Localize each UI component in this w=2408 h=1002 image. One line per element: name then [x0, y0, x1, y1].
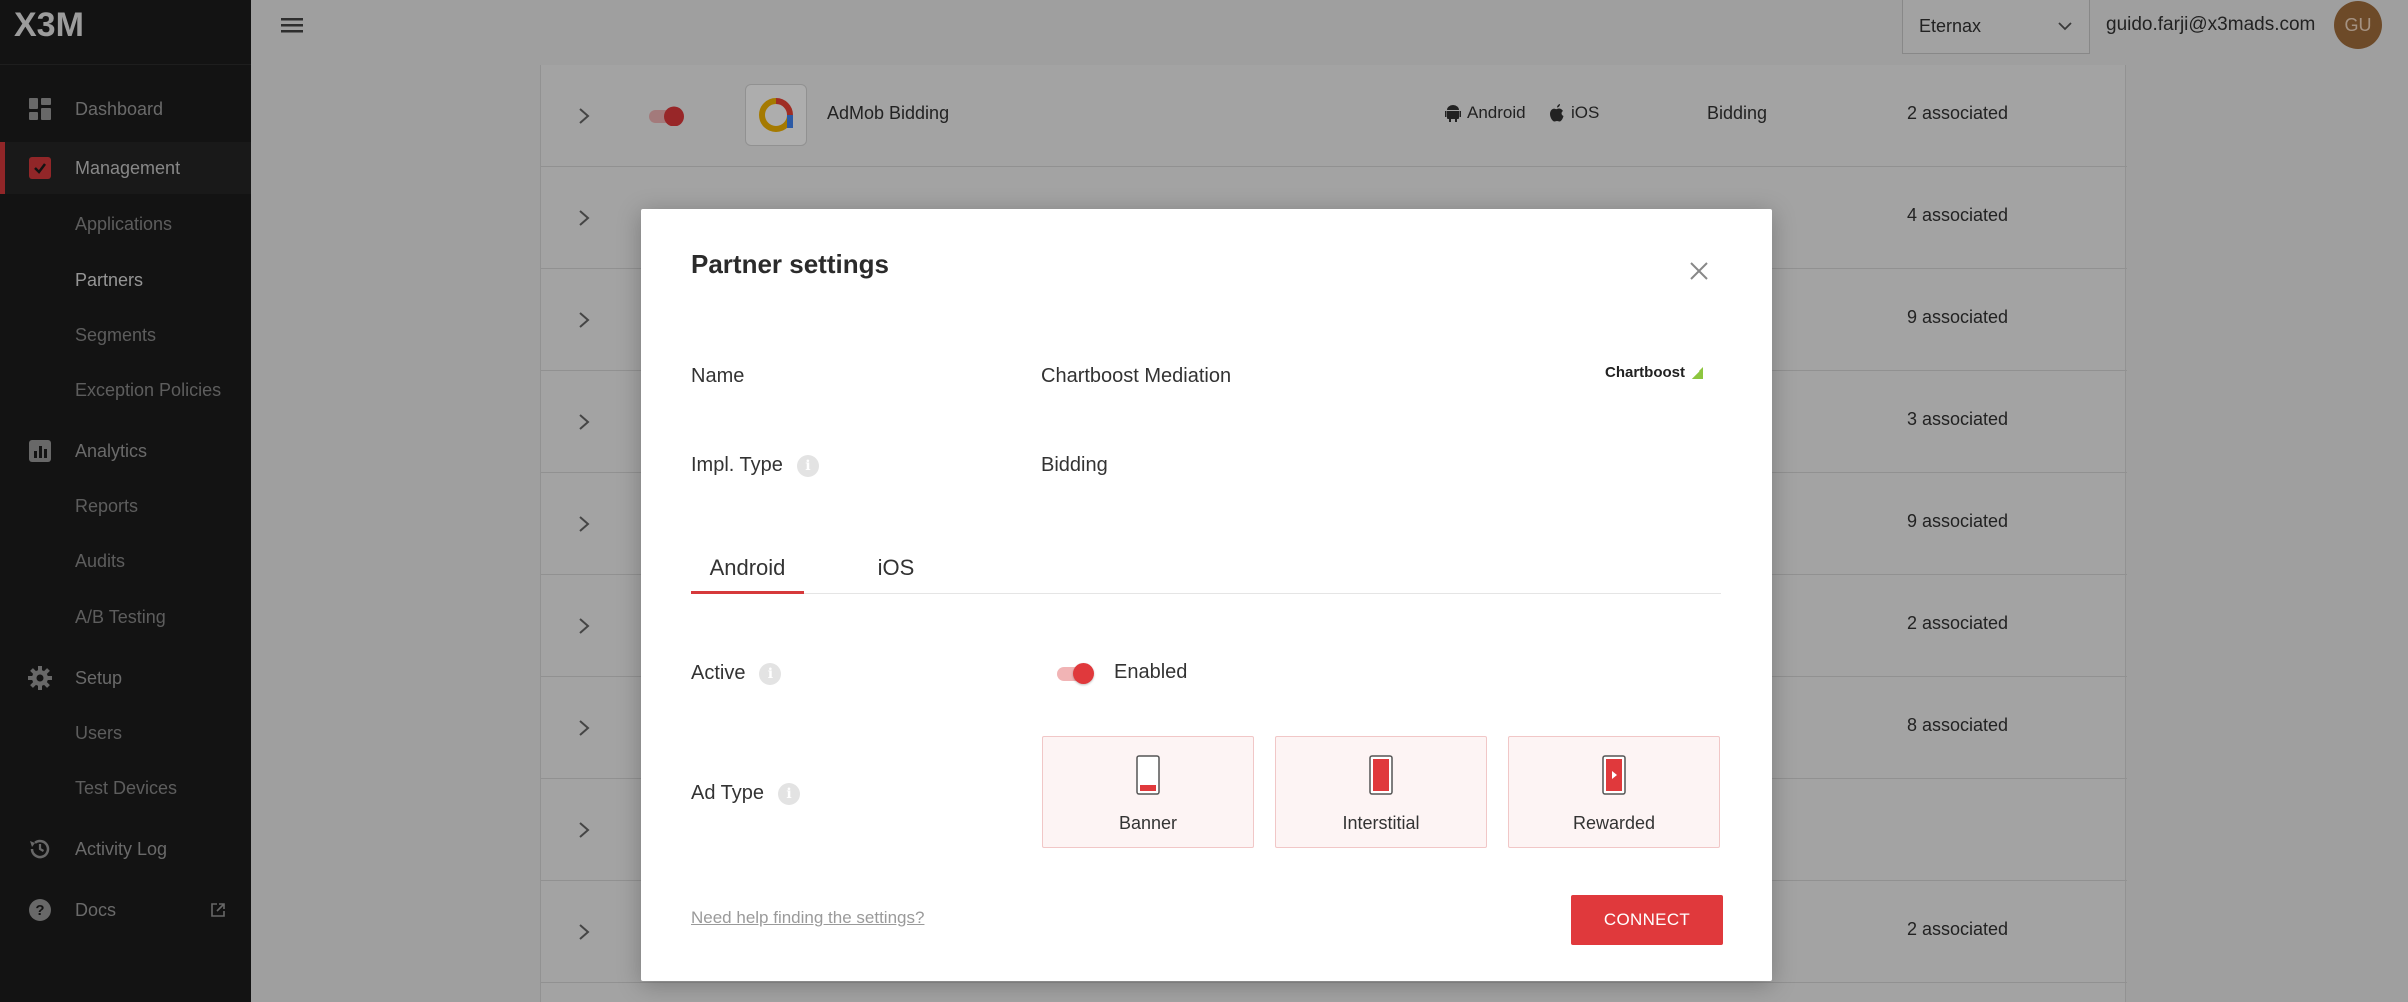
platform-tabs: Android iOS	[691, 549, 1721, 594]
close-icon[interactable]	[1687, 259, 1711, 283]
interstitial-icon	[1369, 755, 1393, 795]
impl-type-value: Bidding	[1041, 454, 1108, 476]
ad-type-interstitial[interactable]: Interstitial	[1275, 736, 1487, 848]
partner-settings-modal: Partner settings Name Chartboost Mediati…	[641, 209, 1772, 981]
name-label-text: Name	[691, 365, 745, 387]
tab-ios[interactable]: iOS	[851, 549, 941, 594]
ad-type-banner-label: Banner	[1118, 813, 1178, 833]
chartboost-logo: Chartboost	[1605, 364, 1705, 381]
ad-type-interstitial-label: Interstitial	[1342, 813, 1420, 833]
rewarded-icon	[1602, 755, 1626, 795]
connect-button[interactable]: CONNECT	[1571, 895, 1723, 945]
info-icon[interactable]: i	[778, 782, 801, 805]
help-settings-link[interactable]: Need help finding the settings?	[691, 908, 924, 928]
info-icon[interactable]: i	[796, 454, 819, 477]
chartboost-logo-text: Chartboost	[1605, 364, 1685, 381]
banner-icon	[1136, 755, 1160, 795]
impl-type-label: Impl. Type i	[691, 454, 819, 477]
tab-android-label: Android	[709, 555, 786, 580]
info-icon[interactable]: i	[759, 662, 782, 685]
ad-type-rewarded-label: Rewarded	[1572, 813, 1656, 833]
active-toggle[interactable]	[1057, 663, 1094, 684]
ad-type-label-text: Ad Type	[691, 782, 765, 804]
ad-type-rewarded[interactable]: Rewarded	[1508, 736, 1720, 848]
tab-android[interactable]: Android	[691, 549, 804, 594]
name-label: Name	[691, 365, 744, 388]
tab-ios-label: iOS	[877, 555, 915, 580]
ad-type-banner[interactable]: Banner	[1042, 736, 1254, 848]
chartboost-leaf-icon	[1690, 366, 1703, 379]
modal-title: Partner settings	[691, 249, 889, 279]
name-value: Chartboost Mediation	[1041, 365, 1232, 387]
ad-type-label: Ad Type i	[691, 782, 801, 805]
active-toggle-label: Enabled	[1114, 661, 1188, 683]
active-label: Active i	[691, 662, 782, 685]
impl-type-label-text: Impl. Type	[691, 454, 783, 476]
active-toggle-knob	[1073, 663, 1094, 684]
active-label-text: Active	[691, 662, 746, 684]
